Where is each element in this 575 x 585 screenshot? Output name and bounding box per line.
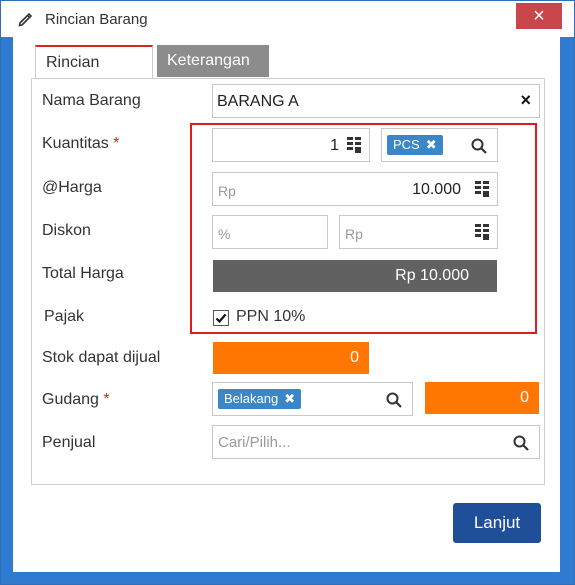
penjual-label: Penjual — [42, 434, 96, 451]
harga-label: @Harga — [42, 179, 102, 196]
penjual-placeholder: Cari/Pilih... — [218, 434, 291, 451]
dialog-window: Rincian Barang × Rincian Barang Keterang… — [0, 0, 575, 585]
diskon-amount-placeholder: Rp — [345, 226, 363, 242]
dialog-title: Rincian Barang — [45, 11, 148, 28]
gudang-label: Gudang * — [42, 391, 110, 408]
diskon-amount-input[interactable]: Rp — [339, 215, 498, 249]
kuantitas-label: Kuantitas * — [42, 135, 120, 152]
gudang-select[interactable]: Belakang ✖ — [212, 382, 413, 416]
unit-tag[interactable]: PCS ✖ — [387, 135, 443, 155]
required-mark: * — [113, 135, 120, 152]
gudang-tag[interactable]: Belakang ✖ — [218, 389, 302, 409]
total-harga-label: Total Harga — [42, 265, 124, 282]
pencil-icon — [18, 12, 33, 27]
calculator-icon[interactable] — [475, 224, 489, 240]
search-icon[interactable] — [513, 435, 529, 451]
close-button[interactable]: × — [516, 3, 562, 29]
penjual-select[interactable]: Cari/Pilih... — [212, 425, 540, 459]
ppn-label: PPN 10% — [236, 308, 306, 325]
search-icon[interactable] — [386, 392, 402, 408]
required-mark: * — [103, 391, 110, 408]
remove-tag-icon: ✖ — [425, 137, 437, 152]
remove-tag-icon: ✖ — [284, 391, 296, 406]
kuantitas-input[interactable]: 1 — [212, 128, 370, 162]
form-panel: Nama Barang BARANG A × Kuantitas * 1 PCS… — [31, 78, 545, 485]
dialog-titlebar: Rincian Barang × — [1, 1, 574, 37]
nama-barang-input[interactable]: BARANG A × — [212, 84, 540, 118]
ppn-checkbox[interactable] — [213, 310, 229, 326]
dialog-body: Rincian Barang Keterangan Nama Barang BA… — [13, 37, 560, 572]
gudang-stock-value: 0 — [425, 382, 539, 414]
harga-value: 10.000 — [412, 181, 461, 198]
stok-value: 0 — [213, 342, 369, 374]
pajak-label: Pajak — [44, 308, 85, 325]
checkmark-icon — [215, 313, 227, 324]
lanjut-button[interactable]: Lanjut — [453, 503, 541, 543]
calculator-icon[interactable] — [347, 137, 361, 153]
total-harga-value: Rp 10.000 — [213, 260, 497, 292]
diskon-label: Diskon — [42, 222, 91, 239]
search-icon[interactable] — [471, 138, 487, 154]
harga-input[interactable]: Rp 10.000 — [212, 172, 498, 206]
nama-barang-value: BARANG A — [217, 93, 299, 110]
diskon-percent-placeholder: % — [218, 226, 231, 242]
nama-barang-label: Nama Barang — [42, 92, 141, 109]
kuantitas-value: 1 — [330, 137, 339, 154]
harga-prefix: Rp — [218, 183, 236, 199]
tab-rincian-barang[interactable]: Rincian Barang — [35, 45, 153, 103]
calculator-icon[interactable] — [475, 181, 489, 197]
clear-icon[interactable]: × — [520, 90, 531, 111]
tab-keterangan[interactable]: Keterangan — [157, 45, 269, 77]
stok-label: Stok dapat dijual — [42, 349, 161, 366]
diskon-percent-input[interactable]: % — [212, 215, 328, 249]
unit-select[interactable]: PCS ✖ — [381, 128, 498, 162]
